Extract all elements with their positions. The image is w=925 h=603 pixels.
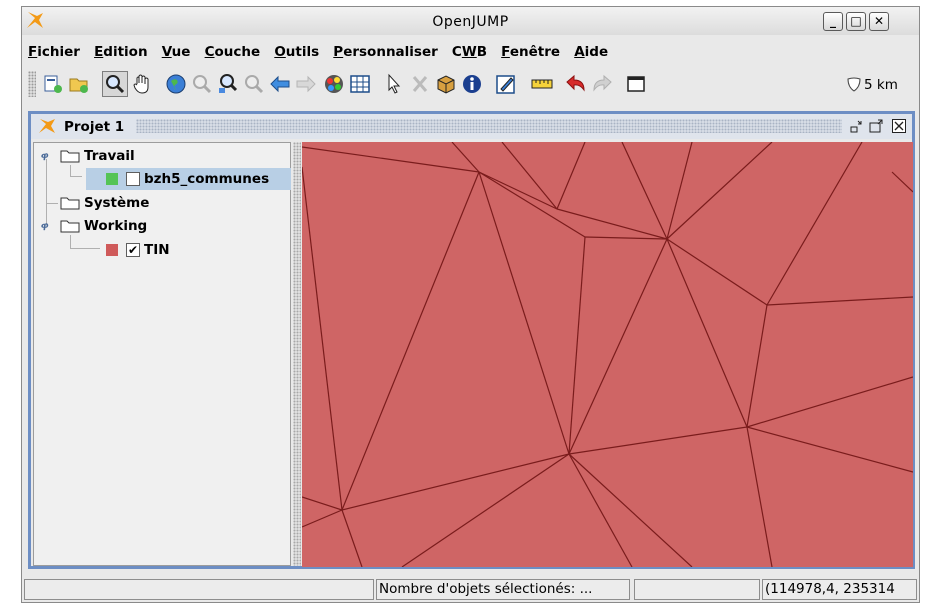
menu-fichier[interactable]: Fichier — [28, 44, 80, 60]
folder-icon — [60, 197, 80, 210]
menu-edition[interactable]: Edition — [94, 44, 148, 60]
box-icon[interactable] — [433, 71, 459, 97]
select-pointer-icon[interactable] — [381, 71, 407, 97]
zoom-forward-arrow-icon[interactable] — [293, 71, 319, 97]
toolbar-grip[interactable] — [28, 71, 36, 97]
working-expander-icon[interactable]: ዋ — [41, 221, 51, 232]
category-systeme[interactable]: Système — [60, 192, 149, 214]
menu-outils[interactable]: Outils — [274, 44, 319, 60]
category-travail-label: Travail — [84, 148, 135, 164]
folder-icon — [60, 220, 80, 233]
menu-vue[interactable]: Vue — [162, 44, 191, 60]
project-title: Projet 1 — [64, 119, 125, 135]
menu-fenetre[interactable]: Fenêtre — [501, 44, 560, 60]
layer-tin[interactable]: ✔ TIN — [86, 239, 170, 261]
scale-label: 5 km — [864, 77, 898, 93]
menu-aide[interactable]: Aide — [574, 44, 608, 60]
maximize-frame-icon[interactable] — [868, 118, 884, 134]
close-frame-icon[interactable] — [891, 118, 907, 134]
layer-tree: ዋ Travail bzh5_communes Système ዋ Workin… — [33, 142, 291, 566]
split-pane-divider[interactable] — [293, 142, 301, 566]
category-systeme-label: Système — [84, 195, 150, 211]
project-logo-icon — [39, 119, 55, 133]
grid-table-icon[interactable] — [347, 71, 373, 97]
layer-visibility-checkbox[interactable]: ✔ — [126, 243, 140, 257]
info-icon[interactable] — [459, 71, 485, 97]
delete-tools-icon[interactable] — [407, 71, 433, 97]
maximize-button[interactable]: □ — [846, 12, 866, 31]
title-bar[interactable]: OpenJUMP _ □ ✕ — [22, 7, 919, 35]
openjump-window: OpenJUMP _ □ ✕ Fichier Edition Vue Couch… — [21, 6, 920, 603]
status-bar: Nombre d'objets sélectionés: ... (114978… — [22, 578, 919, 602]
menu-cwb[interactable]: CWB — [452, 44, 487, 60]
menu-personnaliser[interactable]: Personnaliser — [333, 44, 437, 60]
layer-tin-label: TIN — [144, 242, 170, 258]
status-message — [24, 579, 374, 600]
coordinates-status: (114978,4, 235314 — [762, 579, 917, 600]
zoom-full-extent-icon[interactable] — [163, 71, 189, 97]
tin-triangulation — [302, 142, 913, 567]
zoom-to-selected-icon[interactable] — [215, 71, 241, 97]
status-memory — [634, 579, 760, 600]
menu-bar: Fichier Edition Vue Couche Outils Person… — [28, 44, 618, 62]
layer-bzh5-communes[interactable]: bzh5_communes — [86, 168, 291, 190]
category-working-label: Working — [84, 218, 148, 234]
minimize-button[interactable]: _ — [823, 12, 843, 31]
main-toolbar: 5 km — [26, 68, 916, 100]
close-button[interactable]: ✕ — [869, 12, 889, 31]
window-title: OpenJUMP — [432, 14, 509, 30]
menu-couche[interactable]: Couche — [205, 44, 261, 60]
frame-window-icon[interactable] — [623, 71, 649, 97]
layer-visibility-checkbox[interactable] — [126, 172, 140, 186]
color-palette-icon[interactable] — [321, 71, 347, 97]
open-project-icon[interactable] — [66, 71, 92, 97]
pan-hand-icon[interactable] — [129, 71, 155, 97]
map-view[interactable] — [302, 142, 913, 567]
travail-expander-icon[interactable]: ዋ — [41, 151, 51, 162]
folder-icon — [60, 150, 80, 163]
zoom-in-icon[interactable] — [189, 71, 215, 97]
zoom-tool-icon[interactable] — [102, 71, 128, 97]
layer-color-swatch — [106, 173, 118, 185]
category-travail[interactable]: Travail — [60, 145, 135, 167]
zoom-back-arrow-icon[interactable] — [267, 71, 293, 97]
redo-icon[interactable] — [589, 71, 615, 97]
new-category-icon[interactable] — [40, 71, 66, 97]
selected-objects-status: Nombre d'objets sélectionés: ... — [376, 579, 630, 600]
layer-color-swatch — [106, 244, 118, 256]
project-frame: Projet 1 ዋ Travail bzh5_communes Système… — [28, 111, 915, 569]
project-frame-title-bar[interactable]: Projet 1 — [31, 114, 912, 139]
zoom-previous-icon[interactable] — [241, 71, 267, 97]
layer-bzh5-communes-label: bzh5_communes — [144, 171, 270, 187]
project-title-grip — [136, 119, 842, 133]
edit-pencil-icon[interactable] — [493, 71, 519, 97]
category-working[interactable]: Working — [60, 215, 147, 237]
scale-shield-icon — [847, 77, 861, 92]
undo-icon[interactable] — [563, 71, 589, 97]
ruler-icon[interactable] — [529, 71, 555, 97]
iconify-frame-icon[interactable] — [848, 118, 864, 134]
